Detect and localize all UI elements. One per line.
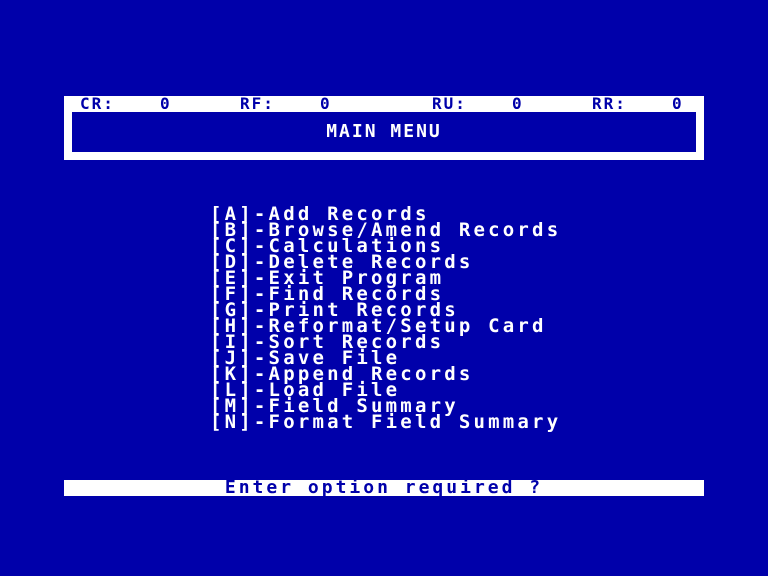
option-prompt[interactable]: Enter option required ? bbox=[64, 479, 704, 497]
main-menu: [A]-Add Records [B]-Browse/Amend Records… bbox=[210, 205, 561, 432]
header-box: CR: 0 RF: 0 RU: 0 RR: 0 MAIN MENU bbox=[64, 96, 704, 160]
rr-value: 0 bbox=[672, 94, 684, 113]
ru-value: 0 bbox=[512, 94, 524, 113]
page-title: MAIN MENU bbox=[326, 121, 442, 142]
cr-value: 0 bbox=[160, 94, 172, 113]
ru-label: RU: bbox=[432, 94, 467, 113]
rf-value: 0 bbox=[320, 94, 332, 113]
rr-label: RR: bbox=[592, 94, 627, 113]
menu-item-format-field-summary[interactable]: [N]-Format Field Summary bbox=[210, 413, 561, 432]
cr-label: CR: bbox=[80, 94, 115, 113]
rf-label: RF: bbox=[240, 94, 275, 113]
title-panel: MAIN MENU bbox=[72, 112, 696, 152]
